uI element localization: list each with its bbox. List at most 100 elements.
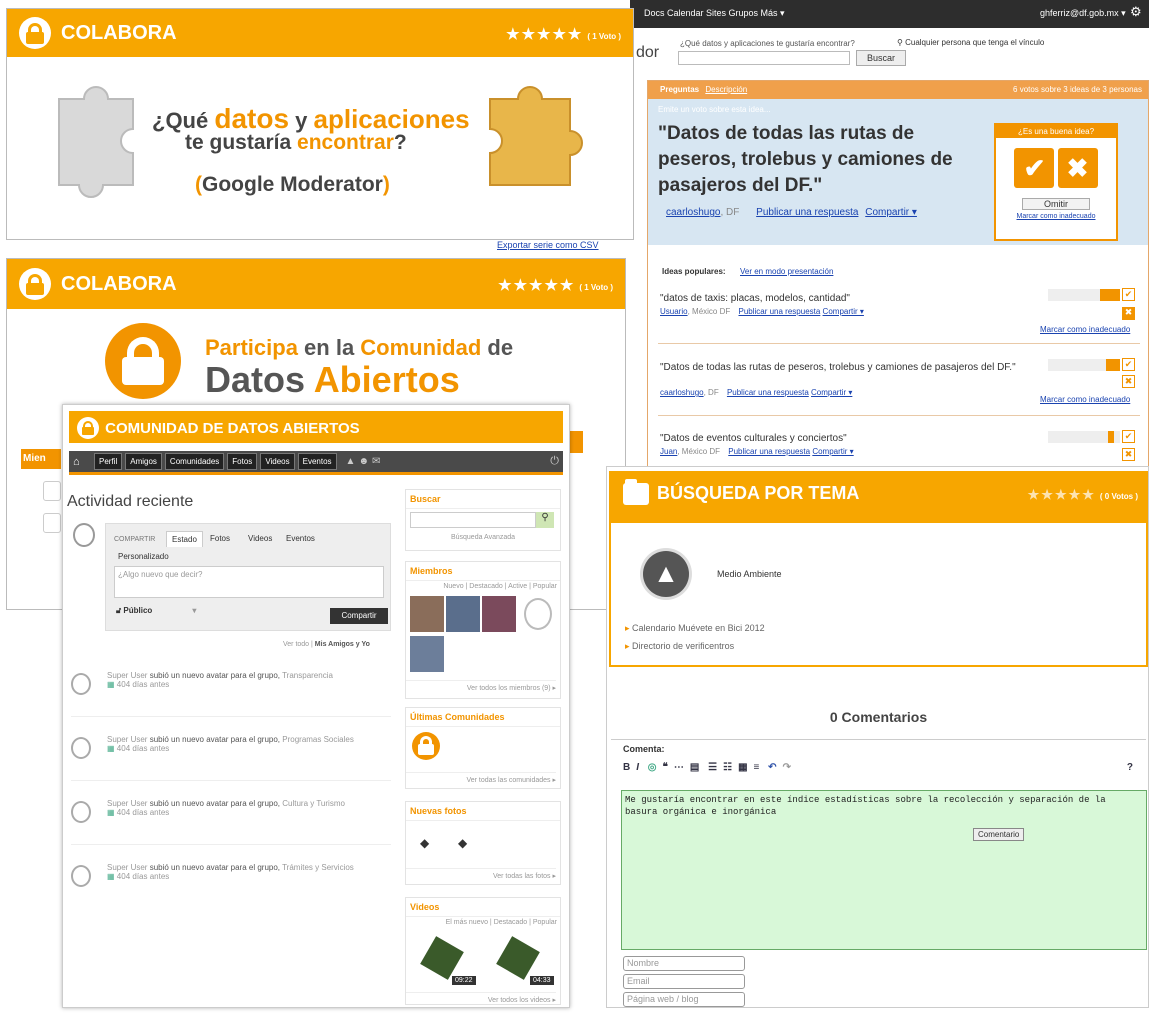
rating-stars[interactable]: ★★★★★( 1 Voto ) [498, 276, 613, 294]
idea-author-link[interactable]: caarloshugo [666, 207, 720, 218]
presentation-mode-link[interactable]: Ver en modo presentación [740, 267, 833, 276]
power-icon[interactable]: ⏻ [550, 455, 559, 468]
search-icon[interactable]: ⚲ [536, 512, 554, 528]
downvote-icon[interactable]: ✖ [1122, 375, 1135, 388]
topic-link[interactable]: ▸ Directorio de verificentros [625, 641, 734, 652]
messages-icon[interactable]: ✉ [372, 456, 380, 467]
home-icon[interactable]: ⌂ [73, 456, 91, 468]
nav-fotos[interactable]: Fotos [227, 453, 258, 470]
tab-personalizado[interactable]: Personalizado [118, 552, 169, 561]
website-field[interactable]: Página web / blog [623, 992, 745, 1007]
upvote-icon[interactable]: ✔ [1122, 288, 1135, 301]
popular-idea-text: "datos de taxis: placas, modelos, cantid… [660, 293, 850, 304]
export-csv-link[interactable]: Exportar serie como CSV [497, 240, 599, 250]
video-film-icon[interactable] [496, 936, 540, 980]
photo-thumb-icon[interactable]: ◆ [420, 836, 429, 850]
tab-videos[interactable]: Videos [248, 534, 272, 543]
notifications-icon[interactable]: ▲ [346, 456, 356, 467]
nav-amigos[interactable]: Amigos [125, 453, 162, 470]
photo-thumb-icon[interactable]: ◆ [458, 836, 467, 850]
rating-stars[interactable]: ★★★★★( 0 Votos ) [1028, 487, 1138, 503]
member-photo[interactable] [482, 596, 516, 632]
members-more-link[interactable]: Ver todos los miembros (9) ▸ [406, 680, 556, 692]
nav-videos[interactable]: Videos [260, 453, 295, 470]
rule-icon[interactable]: ≡ [754, 762, 760, 773]
tree-icon[interactable]: ▲ [643, 551, 689, 597]
vote-yes-button[interactable]: ✔ [1014, 148, 1055, 188]
italic-icon[interactable]: I [636, 762, 639, 773]
puzzle-piece-icon [58, 86, 134, 198]
upvote-icon[interactable]: ✔ [1122, 358, 1135, 371]
friends-icon[interactable]: ☻ [358, 456, 369, 467]
help-icon[interactable]: ? [1127, 762, 1133, 773]
image-icon[interactable]: ▤ [690, 762, 699, 773]
tab-questions[interactable]: Preguntas [660, 85, 699, 94]
photos-more-link[interactable]: Ver todas las fotos ▸ [406, 868, 556, 880]
status-input[interactable]: ¿Algo nuevo que decir? [114, 566, 384, 598]
filter-friends[interactable]: Mis Amigos y Yo [315, 641, 370, 648]
tab-description[interactable]: Descripción [705, 85, 747, 94]
tab-estado[interactable]: Estado [166, 531, 203, 547]
communities-more-link[interactable]: Ver todas las comunidades ▸ [406, 772, 556, 784]
quote-icon[interactable]: ❝ [663, 762, 668, 773]
members-tab-fragment: Mien [21, 449, 61, 469]
activity-item: Super User subió un nuevo avatar para el… [71, 671, 391, 717]
member-photo[interactable] [410, 596, 444, 632]
member-photo[interactable] [410, 636, 444, 672]
good-idea-label: ¿Es una buena idea? [996, 125, 1116, 138]
share-link[interactable]: Compartir ▾ [865, 207, 917, 218]
members-tabs[interactable]: Nuevo | Destacado | Active | Popular [406, 581, 560, 592]
omit-button[interactable]: Omitir [1022, 198, 1090, 210]
divider [658, 343, 1140, 344]
search-button[interactable]: Buscar [856, 50, 906, 66]
code-icon[interactable]: ⋯ [674, 762, 684, 773]
name-field[interactable]: Nombre [623, 956, 745, 971]
ordered-list-icon[interactable]: ☰ [708, 762, 717, 773]
member-photo[interactable] [446, 596, 480, 632]
avatar[interactable] [524, 598, 552, 630]
filter-all[interactable]: Ver todo [283, 641, 309, 648]
publish-answer-link[interactable]: Publicar una respuesta [756, 207, 858, 218]
nav-eventos[interactable]: Eventos [297, 453, 337, 470]
upvote-icon[interactable]: ✔ [1122, 430, 1135, 443]
nav-perfil[interactable]: Perfil [94, 453, 123, 470]
vote-no-button[interactable]: ✖ [1057, 148, 1098, 188]
tab-fotos[interactable]: Fotos [210, 534, 230, 543]
bullet-list-icon[interactable]: ☷ [723, 762, 732, 773]
community-search-input[interactable] [410, 512, 536, 528]
link-icon[interactable]: ◎ [648, 762, 657, 773]
avatar [43, 481, 61, 501]
account-menu[interactable]: ghferriz@df.gob.mx ▾ [1040, 8, 1126, 19]
mark-inappropriate-link[interactable]: Marcar como inadecuado [1017, 213, 1096, 220]
videos-tabs[interactable]: El más nuevo | Destacado | Popular [406, 917, 560, 928]
moderator-topbar: Docs Calendar Sites Grupos Más ▾ ghferri… [630, 0, 1149, 28]
privacy-select[interactable]: 🔓︎ Público ▾ [116, 606, 196, 616]
gear-icon[interactable]: ⚙ [1130, 4, 1142, 20]
topic-link[interactable]: ▸ Calendario Muévete en Bici 2012 [625, 623, 765, 634]
videos-more-link[interactable]: Ver todos los videos ▸ [406, 992, 556, 1004]
video-film-icon[interactable] [420, 936, 464, 980]
mark-inappropriate-link[interactable]: Marcar como inadecuado [1040, 325, 1130, 334]
email-field[interactable]: Email [623, 974, 745, 989]
group-icon: ▦ [107, 744, 115, 753]
undo-icon[interactable]: ↶ [768, 762, 776, 773]
photos-title: Nuevas fotos [406, 802, 560, 821]
advanced-search-link[interactable]: Búsqueda Avanzada [406, 534, 560, 541]
share-button[interactable]: Compartir [330, 608, 388, 624]
topic-name[interactable]: Medio Ambiente [717, 569, 782, 579]
downvote-icon[interactable]: ✖ [1122, 307, 1135, 320]
top-nav-links[interactable]: Docs Calendar Sites Grupos Más ▾ [644, 8, 785, 19]
mark-inappropriate-link[interactable]: Marcar como inadecuado [1040, 395, 1130, 404]
bold-icon[interactable]: B [623, 762, 630, 773]
activity-item: Super User subió un nuevo avatar para el… [71, 863, 391, 909]
nav-comunidades[interactable]: Comunidades [164, 453, 225, 470]
downvote-icon[interactable]: ✖ [1122, 448, 1135, 461]
lock-icon[interactable] [412, 732, 440, 760]
rating-stars[interactable]: ★★★★★( 1 Voto ) [506, 25, 621, 43]
redo-icon[interactable]: ↷ [783, 762, 791, 773]
tab-eventos[interactable]: Eventos [286, 534, 315, 543]
heading-icon[interactable]: ▦ [738, 762, 747, 773]
moderator-search-input[interactable] [678, 51, 850, 65]
comment-textarea[interactable]: Me gustaría encontrar en este índice est… [621, 790, 1147, 950]
activity-item: Super User subió un nuevo avatar para el… [71, 735, 391, 781]
